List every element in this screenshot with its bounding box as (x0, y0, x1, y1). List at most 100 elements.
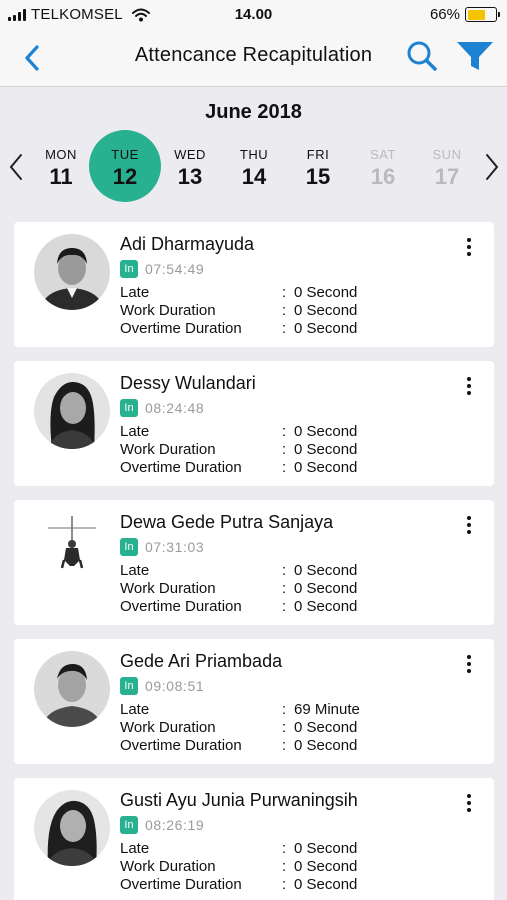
check-in-time: 08:26:19 (145, 817, 205, 833)
day-name: TUE (111, 147, 139, 162)
check-in-time: 07:54:49 (145, 261, 205, 277)
day-name: SAT (370, 147, 396, 162)
status-right: 66% (429, 6, 500, 23)
employee-name: Gusti Ayu Junia Purwaningsih (120, 790, 358, 810)
filter-button[interactable] (455, 36, 495, 76)
chevron-right-icon (486, 154, 499, 180)
check-in-time: 09:08:51 (145, 678, 205, 694)
overtime-duration-label: Overtime Duration (120, 320, 242, 337)
overtime-duration-label: Overtime Duration (120, 459, 242, 476)
day-number: 15 (305, 164, 331, 189)
day-name: MON (45, 147, 77, 162)
nav-bar: Attencance Recapitulation (0, 30, 507, 87)
more-options-icon[interactable] (460, 514, 478, 536)
separator-colon: : (282, 858, 287, 875)
employee-name: Dessy Wulandari (120, 373, 256, 393)
avatar (34, 234, 110, 310)
late-value: 0 Second (294, 423, 358, 440)
overtime-duration-label: Overtime Duration (120, 737, 242, 754)
separator-colon: : (282, 876, 287, 893)
late-label: Late (120, 701, 150, 718)
separator-colon: : (282, 580, 287, 597)
overtime-duration-value: 0 Second (294, 598, 358, 615)
separator-colon: : (282, 459, 287, 476)
day-sat[interactable]: SAT 16 (347, 130, 419, 202)
overtime-duration-value: 0 Second (294, 737, 358, 754)
avatar (34, 512, 110, 588)
avatar (34, 651, 110, 727)
work-duration-label: Work Duration (120, 580, 216, 597)
battery-percent: 66% (429, 6, 460, 23)
day-name: SUN (432, 147, 462, 162)
work-duration-value: 0 Second (294, 302, 358, 319)
separator-colon: : (282, 562, 287, 579)
separator-colon: : (282, 284, 287, 301)
late-label: Late (120, 562, 150, 579)
day-thu[interactable]: THU 14 (218, 130, 290, 202)
attendance-card[interactable]: Adi Dharmayuda In 07:54:49 Late : 0 Seco… (14, 222, 494, 347)
late-value: 0 Second (294, 562, 358, 579)
next-week-button[interactable] (480, 150, 504, 184)
more-options-icon[interactable] (460, 236, 478, 258)
work-duration-value: 0 Second (294, 580, 358, 597)
day-number: 13 (177, 164, 203, 189)
day-wed[interactable]: WED 13 (154, 130, 226, 202)
work-duration-label: Work Duration (120, 858, 216, 875)
separator-colon: : (282, 320, 287, 337)
separator-colon: : (282, 441, 287, 458)
employee-name: Gede Ari Priambada (120, 651, 283, 671)
work-duration-label: Work Duration (120, 719, 216, 736)
late-value: 69 Minute (294, 701, 360, 718)
day-tue-selected[interactable]: TUE 12 (89, 130, 161, 202)
search-button[interactable] (402, 36, 442, 76)
day-number: 16 (370, 164, 396, 189)
day-name: WED (174, 147, 206, 162)
attendance-card[interactable]: Dessy Wulandari In 08:24:48 Late : 0 Sec… (14, 361, 494, 486)
attendance-card[interactable]: Gusti Ayu Junia Purwaningsih In 08:26:19… (14, 778, 494, 900)
separator-colon: : (282, 719, 287, 736)
battery-level (467, 9, 486, 20)
day-mon[interactable]: MON 11 (25, 130, 97, 202)
more-options-icon[interactable] (460, 375, 478, 397)
late-label: Late (120, 840, 150, 857)
work-duration-value: 0 Second (294, 719, 358, 736)
battery-icon (465, 7, 500, 22)
check-in-badge: In (120, 538, 138, 556)
day-number: 12 (112, 164, 138, 189)
work-duration-label: Work Duration (120, 441, 216, 458)
work-duration-value: 0 Second (294, 441, 358, 458)
chevron-left-icon (9, 154, 22, 180)
late-value: 0 Second (294, 284, 358, 301)
late-value: 0 Second (294, 840, 358, 857)
day-sun[interactable]: SUN 17 (411, 130, 483, 202)
separator-colon: : (282, 701, 287, 718)
separator-colon: : (282, 598, 287, 615)
overtime-duration-value: 0 Second (294, 320, 358, 337)
separator-colon: : (282, 737, 287, 754)
check-in-badge: In (120, 816, 138, 834)
more-options-icon[interactable] (460, 653, 478, 675)
check-in-badge: In (120, 399, 138, 417)
month-title: June 2018 (205, 101, 302, 123)
day-fri[interactable]: FRI 15 (282, 130, 354, 202)
separator-colon: : (282, 423, 287, 440)
overtime-duration-label: Overtime Duration (120, 598, 242, 615)
day-name: FRI (306, 147, 330, 162)
employee-name: Adi Dharmayuda (120, 234, 255, 254)
attendance-card[interactable]: Gede Ari Priambada In 09:08:51 Late : 69… (14, 639, 494, 764)
late-label: Late (120, 423, 150, 440)
work-duration-value: 0 Second (294, 858, 358, 875)
check-in-badge: In (120, 677, 138, 695)
work-duration-label: Work Duration (120, 302, 216, 319)
late-label: Late (120, 284, 150, 301)
status-bar: TELKOMSEL 14.00 66% (0, 0, 507, 30)
avatar (34, 373, 110, 449)
overtime-duration-value: 0 Second (294, 876, 358, 893)
more-options-icon[interactable] (460, 792, 478, 814)
attendance-card[interactable]: Dewa Gede Putra Sanjaya In 07:31:03 Late… (14, 500, 494, 625)
check-in-time: 08:24:48 (145, 400, 205, 416)
filter-icon (457, 42, 493, 70)
overtime-duration-value: 0 Second (294, 459, 358, 476)
day-name: THU (239, 147, 269, 162)
separator-colon: : (282, 302, 287, 319)
